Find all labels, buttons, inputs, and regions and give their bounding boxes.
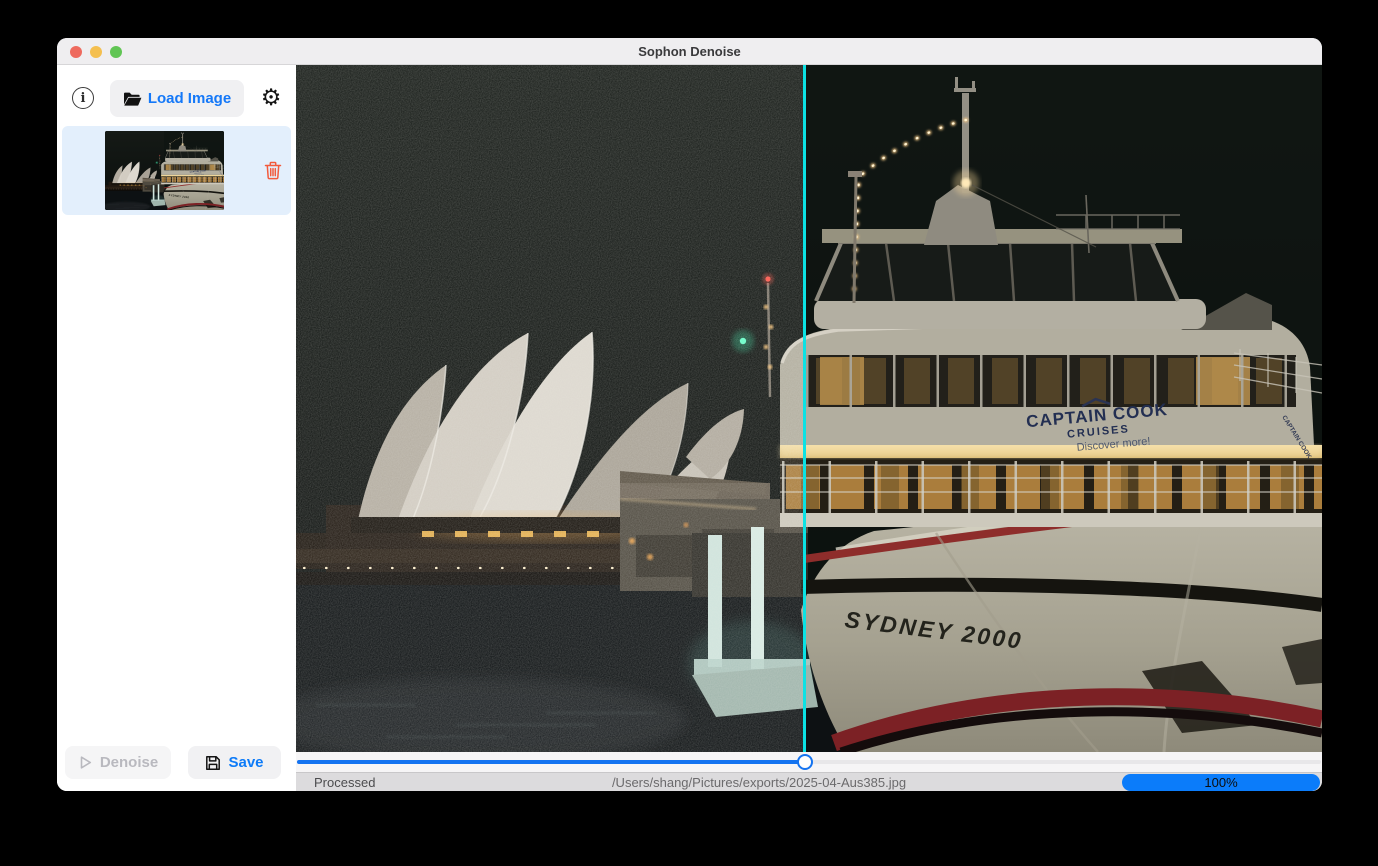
- title-bar[interactable]: Sophon Denoise: [57, 38, 1322, 65]
- window-title: Sophon Denoise: [638, 44, 741, 59]
- traffic-lights: [70, 46, 122, 58]
- status-bar: Processed /Users/shang/Pictures/exports/…: [296, 772, 1322, 791]
- trash-icon: [264, 161, 282, 180]
- info-icon: i: [81, 91, 86, 106]
- save-button[interactable]: Save: [188, 746, 281, 779]
- gear-icon: ⚙: [261, 85, 282, 111]
- slider-fill: [297, 760, 806, 764]
- app-window: Sophon Denoise i Load Image ⚙: [57, 38, 1322, 791]
- denoise-label: Denoise: [100, 754, 158, 771]
- zoom-button[interactable]: [110, 46, 122, 58]
- save-icon: [205, 755, 221, 771]
- folder-open-icon: [123, 91, 142, 107]
- thumbnail-photo: [105, 131, 224, 210]
- delete-image-button[interactable]: [263, 161, 283, 181]
- save-label: Save: [228, 754, 263, 771]
- close-button[interactable]: [70, 46, 82, 58]
- slider-handle[interactable]: [797, 754, 813, 770]
- image-viewer[interactable]: SYDNEY 2000: [296, 65, 1322, 752]
- progress-label: 100%: [1204, 775, 1237, 790]
- minimize-button[interactable]: [90, 46, 102, 58]
- image-thumbnail[interactable]: [105, 131, 224, 210]
- progress-bar: 100%: [1122, 774, 1320, 791]
- load-image-button[interactable]: Load Image: [110, 80, 244, 117]
- status-text: Processed: [314, 775, 375, 790]
- load-image-label: Load Image: [148, 90, 231, 107]
- image-list-item-selected[interactable]: [62, 126, 291, 215]
- compare-slider[interactable]: [296, 752, 1322, 772]
- play-icon: [78, 755, 93, 770]
- info-button[interactable]: i: [72, 87, 94, 109]
- settings-button[interactable]: ⚙: [257, 83, 285, 113]
- preview-photo[interactable]: SYDNEY 2000: [296, 65, 1322, 752]
- sidebar: i Load Image ⚙: [57, 65, 296, 791]
- noise-overlay-original-side: [296, 65, 805, 752]
- denoise-button[interactable]: Denoise: [65, 746, 171, 779]
- split-line[interactable]: [803, 65, 806, 752]
- file-path: /Users/shang/Pictures/exports/2025-04-Au…: [612, 775, 906, 790]
